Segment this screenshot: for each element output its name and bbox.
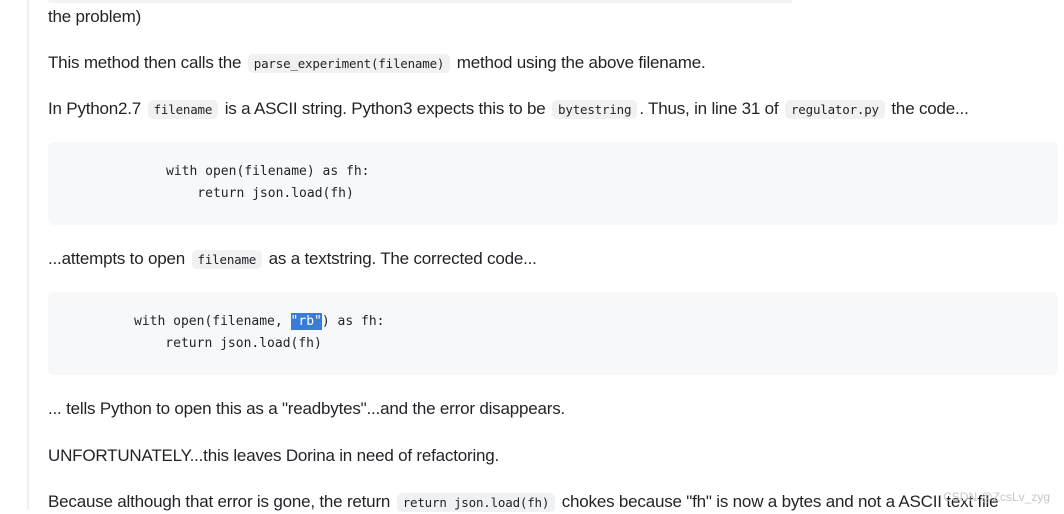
inline-code-bytestring: bytestring [552,100,638,119]
paragraph-6: Because although that error is gone, the… [48,492,999,512]
paragraph-3: ...attempts to open filename as a textst… [48,249,537,269]
left-border [27,0,29,510]
inline-code-parse-experiment: parse_experiment(filename) [247,54,451,73]
inline-code-return-json: return json.load(fh) [396,493,556,512]
paragraph-2: In Python2.7 filename is a ASCII string.… [48,99,969,119]
code-block-corrected: with open(filename, "rb") as fh: return … [48,292,1058,375]
code-line: return json.load(fh) [166,186,354,201]
selected-text[interactable]: "rb" [290,313,322,330]
previous-block-edge [48,0,793,3]
code-line: with open(filename, "rb") as fh: [134,313,385,330]
inline-code-filename: filename [147,100,219,119]
code-block-original: with open(filename) as fh: return json.l… [48,142,1058,225]
inline-code-regulator: regulator.py [784,100,885,119]
code-line: with open(filename) as fh: [166,164,370,179]
paragraph-4: ... tells Python to open this as a "read… [48,399,566,418]
code-line: return json.load(fh) [134,336,322,351]
paragraph-0: the problem) [48,7,142,26]
watermark: CSDN @ZcsLv_zyg [943,490,1050,504]
paragraph-5: UNFORTUNATELY...this leaves Dorina in ne… [48,446,500,465]
paragraph-1: This method then calls the parse_experim… [48,53,706,73]
inline-code-filename: filename [191,250,263,269]
